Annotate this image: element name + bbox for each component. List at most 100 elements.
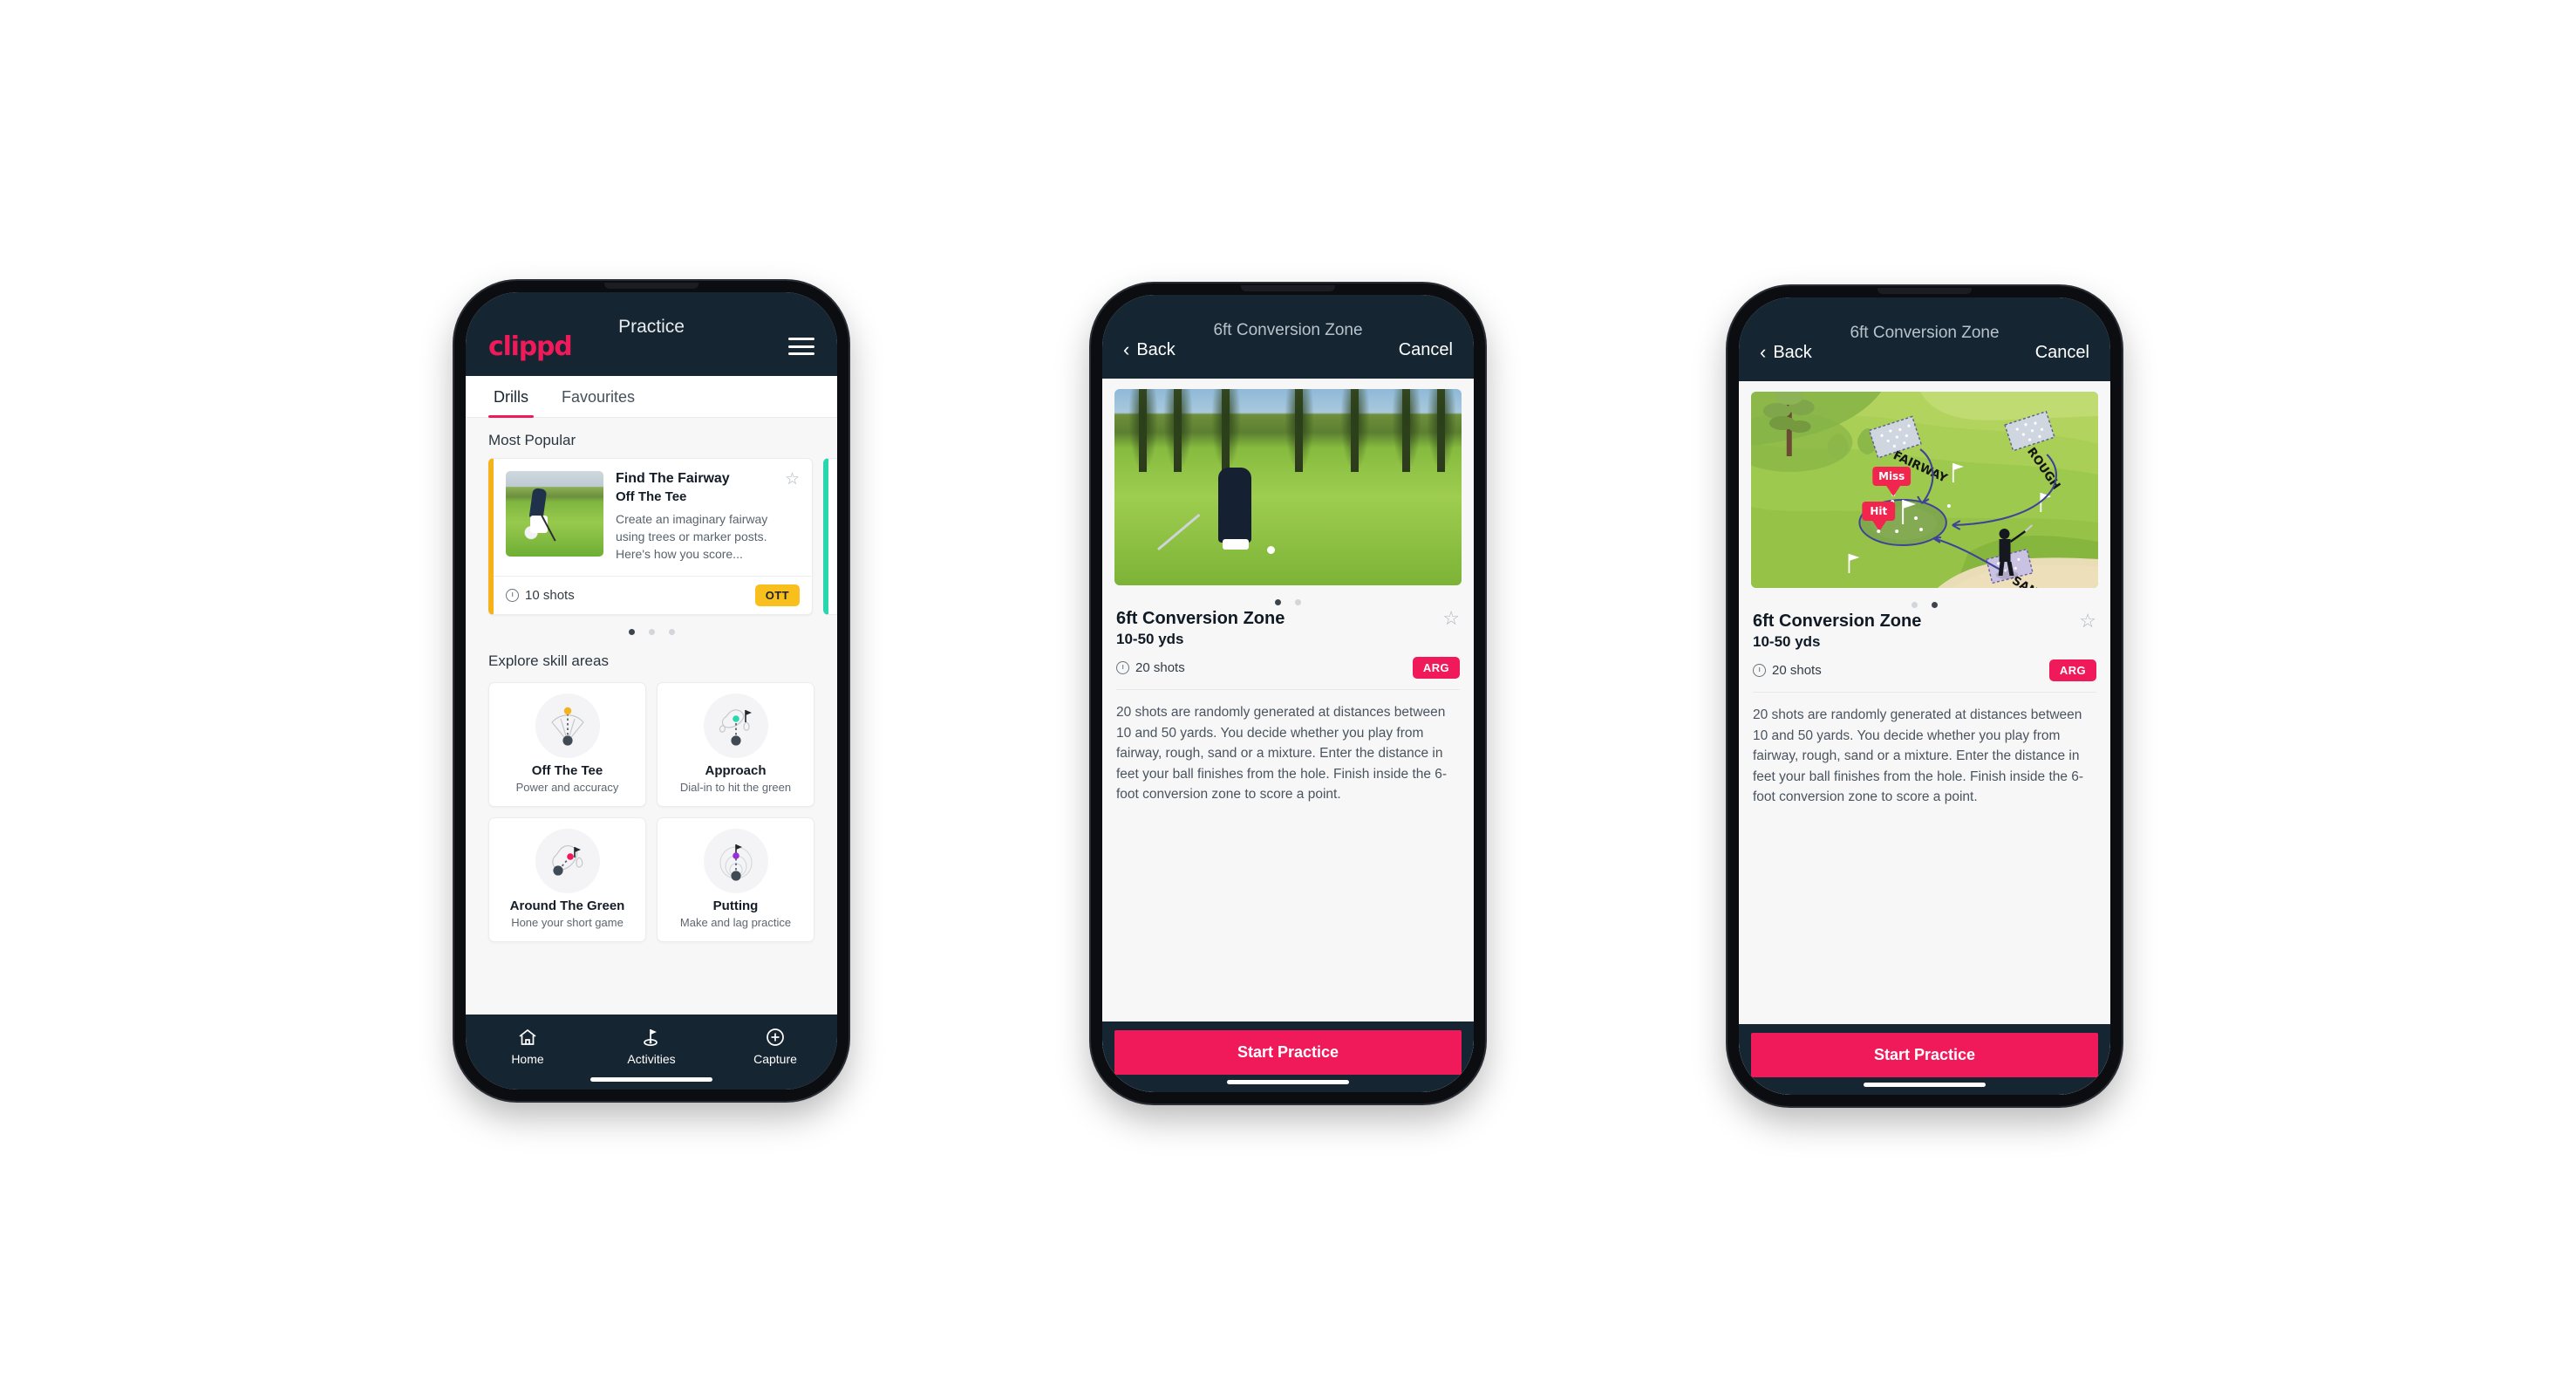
- hero-pagination-dots[interactable]: [1102, 585, 1474, 609]
- skill-badge-ott: OTT: [754, 584, 800, 606]
- detail-nav-bar: ‹ Back 6ft Conversion Zone Cancel: [1102, 295, 1474, 379]
- carousel-pagination-dots[interactable]: [466, 615, 837, 639]
- pagination-dot-1[interactable]: [1912, 602, 1918, 608]
- skill-desc: Dial-in to hit the green: [679, 780, 792, 794]
- drill-card-footer: 10 shots OTT: [494, 575, 812, 614]
- screenshot-stage: clippd Practice Drills Favourites Most P…: [0, 0, 2576, 1387]
- clippd-logo[interactable]: clippd: [488, 331, 573, 362]
- back-label: Back: [1136, 339, 1176, 359]
- section-explore-label: Explore skill areas: [488, 652, 609, 669]
- putting-icon: [703, 828, 768, 893]
- tab-favourites[interactable]: Favourites: [556, 376, 640, 417]
- cta-container: Start Practice: [1739, 1024, 2110, 1095]
- phone2-detail-body: 6ft Conversion Zone ☆ 10-50 yds 20 shots…: [1102, 379, 1474, 1092]
- phone1-screen: clippd Practice Drills Favourites Most P…: [466, 292, 837, 1090]
- hero-pagination-dots[interactable]: [1739, 588, 2110, 612]
- device-speaker-notch: [1241, 285, 1335, 291]
- tab-drills[interactable]: Drills: [488, 376, 534, 418]
- cancel-button[interactable]: Cancel: [2035, 343, 2089, 363]
- drill-card[interactable]: Find The Fairway ☆ Off The Tee Create an…: [488, 458, 813, 615]
- phone1-scroll-body[interactable]: Most Popular Find The Fairway ☆ Off The …: [466, 418, 837, 1015]
- skill-desc: Power and accuracy: [515, 780, 619, 794]
- pagination-dot-2[interactable]: [1295, 599, 1301, 605]
- chevron-left-icon: ‹: [1123, 338, 1130, 360]
- pagination-dot-2[interactable]: [648, 628, 655, 635]
- pagination-dot-1[interactable]: [628, 628, 635, 635]
- chevron-left-icon: ‹: [1760, 341, 1767, 363]
- skill-card-approach[interactable]: Approach Dial-in to hit the green: [657, 681, 814, 807]
- skill-badge-arg: ARG: [2048, 659, 2096, 681]
- drill-hero-media[interactable]: [1114, 389, 1462, 585]
- home-indicator: [1864, 1083, 1986, 1087]
- detail-spacer: [1102, 805, 1474, 1021]
- drill-skill-area: Off The Tee: [616, 489, 687, 504]
- drill-card-info: Find The Fairway ☆ Off The Tee Create an…: [616, 471, 800, 564]
- clock-icon: [1753, 664, 1766, 677]
- tabbar-item-home[interactable]: Home: [466, 1026, 589, 1066]
- around-the-green-icon: [535, 828, 600, 893]
- hamburger-icon[interactable]: [788, 338, 814, 355]
- detail-nav-title: 6ft Conversion Zone: [1850, 324, 2000, 342]
- drill-detail-shots-label: 20 shots: [1772, 663, 1822, 678]
- clock-icon: [506, 588, 519, 602]
- popular-carousel[interactable]: Find The Fairway ☆ Off The Tee Create an…: [466, 458, 837, 615]
- tab-strip: Drills Favourites: [466, 376, 837, 418]
- skill-desc: Hone your short game: [511, 915, 624, 929]
- back-label: Back: [1773, 342, 1812, 362]
- back-button[interactable]: ‹ Back: [1123, 340, 1176, 360]
- skill-name: Off The Tee: [531, 762, 603, 778]
- start-practice-button[interactable]: Start Practice: [1114, 1030, 1462, 1075]
- start-practice-button[interactable]: Start Practice: [1751, 1033, 2098, 1077]
- clock-icon: [1116, 661, 1129, 674]
- drill-detail-title: 6ft Conversion Zone: [1116, 609, 1285, 628]
- phone-device-drill-detail-map: ‹ Back 6ft Conversion Zone Cancel FAIRWA…: [1728, 286, 2122, 1106]
- phone-device-drill-detail-photo: ‹ Back 6ft Conversion Zone Cancel 6ft Co…: [1091, 284, 1485, 1103]
- pagination-dot-1[interactable]: [1275, 599, 1281, 605]
- skill-area-grid: Off The Tee Power and accuracy Approach …: [466, 679, 837, 942]
- phone3-screen: ‹ Back 6ft Conversion Zone Cancel FAIRWA…: [1739, 297, 2110, 1095]
- skill-badge-arg: ARG: [1412, 657, 1460, 679]
- star-outline-icon[interactable]: ☆: [785, 471, 800, 488]
- tabbar-label: Home: [511, 1052, 544, 1066]
- home-icon: [466, 1026, 589, 1049]
- star-outline-icon[interactable]: ☆: [2079, 612, 2096, 631]
- home-indicator: [1227, 1080, 1349, 1084]
- detail-nav-bar: ‹ Back 6ft Conversion Zone Cancel: [1739, 297, 2110, 381]
- drill-detail-title: 6ft Conversion Zone: [1753, 612, 1922, 631]
- back-button[interactable]: ‹ Back: [1760, 343, 1812, 363]
- skill-card-off-the-tee[interactable]: Off The Tee Power and accuracy: [488, 681, 646, 807]
- skill-desc: Make and lag practice: [679, 915, 792, 929]
- star-outline-icon[interactable]: ☆: [1442, 609, 1460, 628]
- device-speaker-notch: [604, 283, 699, 289]
- plus-circle-icon: [713, 1026, 837, 1049]
- course-map-illustration: FAIRWAY ROUGH Miss Hit: [1751, 392, 2098, 588]
- phone2-screen: ‹ Back 6ft Conversion Zone Cancel 6ft Co…: [1102, 295, 1474, 1092]
- drill-card-next-peek[interactable]: [823, 458, 837, 615]
- detail-nav-title: 6ft Conversion Zone: [1213, 321, 1363, 339]
- skill-card-around-the-green[interactable]: Around The Green Hone your short game: [488, 816, 646, 942]
- drill-detail-shots: 20 shots: [1753, 663, 1822, 678]
- pagination-dot-3[interactable]: [668, 628, 675, 635]
- drill-detail-distance: 10-50 yds: [1753, 633, 1821, 650]
- off-the-tee-icon: [535, 693, 600, 758]
- golf-flag-icon: [589, 1026, 713, 1049]
- approach-icon: [703, 693, 768, 758]
- skill-name: Putting: [712, 898, 759, 913]
- detail-spacer: [1739, 808, 2110, 1024]
- drill-hero-media[interactable]: FAIRWAY ROUGH Miss Hit: [1751, 392, 2098, 588]
- pagination-dot-2[interactable]: [1932, 602, 1938, 608]
- cta-container: Start Practice: [1102, 1021, 1474, 1092]
- map-label-hit: Hit: [1870, 505, 1887, 517]
- drill-title: Find The Fairway: [616, 471, 730, 486]
- cancel-button[interactable]: Cancel: [1399, 340, 1453, 360]
- tabbar-label: Capture: [753, 1052, 797, 1066]
- skill-card-putting[interactable]: Putting Make and lag practice: [657, 816, 814, 942]
- bottom-tab-bar: Home Activities Capture: [466, 1015, 837, 1090]
- drill-thumbnail: [506, 471, 603, 557]
- tabbar-item-capture[interactable]: Capture: [713, 1026, 837, 1066]
- drill-detail-description: 20 shots are randomly generated at dista…: [1116, 705, 1448, 803]
- drill-detail-header: 6ft Conversion Zone ☆ 10-50 yds 20 shots…: [1102, 609, 1474, 679]
- phone3-detail-body: FAIRWAY ROUGH Miss Hit 6ft Conversion Zo…: [1739, 381, 2110, 1095]
- app-header: clippd Practice: [466, 292, 837, 376]
- tabbar-item-activities[interactable]: Activities: [589, 1026, 713, 1066]
